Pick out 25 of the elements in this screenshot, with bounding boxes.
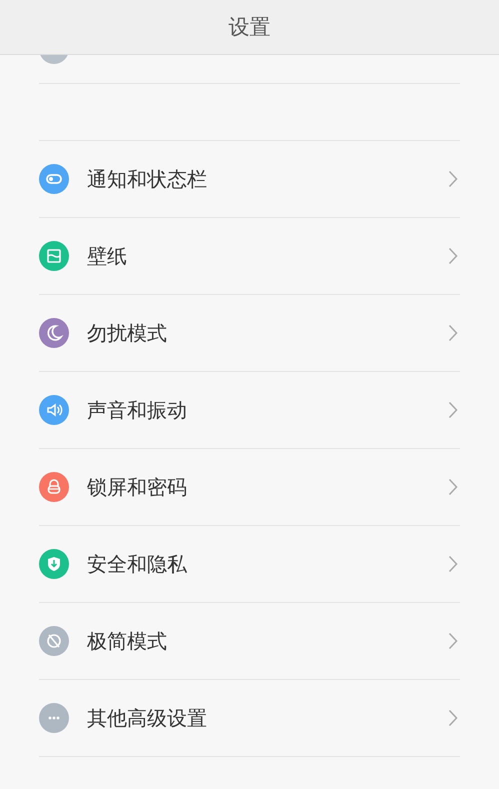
item-label: 声音和振动 xyxy=(87,396,188,424)
settings-item[interactable]: 声音和振动 xyxy=(39,372,460,449)
chevron-icon xyxy=(448,324,458,342)
settings-item[interactable]: 勿扰模式 xyxy=(39,295,460,372)
item-label: 其他高级设置 xyxy=(87,704,208,732)
settings-item[interactable]: 通知和状态栏 xyxy=(39,141,460,218)
chevron-icon xyxy=(448,478,458,496)
settings-item[interactable]: 锁屏和密码 xyxy=(39,449,460,526)
settings-item[interactable]: 其他高级设置 xyxy=(39,680,460,757)
settings-item[interactable]: 壁纸 xyxy=(39,218,460,295)
item-label: 锁屏和密码 xyxy=(87,474,188,500)
settings-item[interactable]: 安全和隐私 xyxy=(39,526,460,603)
page-title: 设置 xyxy=(228,14,270,41)
item-label: 通知和状态栏 xyxy=(87,166,208,192)
chevron-icon xyxy=(448,401,458,419)
chevron-icon xyxy=(448,555,458,573)
chevron-icon xyxy=(448,632,458,650)
chevron-icon xyxy=(448,170,458,188)
chevron-icon xyxy=(448,247,458,265)
chevron-icon xyxy=(448,709,458,727)
item-label: 壁纸 xyxy=(87,242,128,270)
settings-item[interactable]: 极简模式 xyxy=(39,603,460,680)
item-label: 极简模式 xyxy=(87,628,168,654)
item-label: 安全和隐私 xyxy=(87,550,188,578)
item-label: 勿扰模式 xyxy=(87,320,168,346)
